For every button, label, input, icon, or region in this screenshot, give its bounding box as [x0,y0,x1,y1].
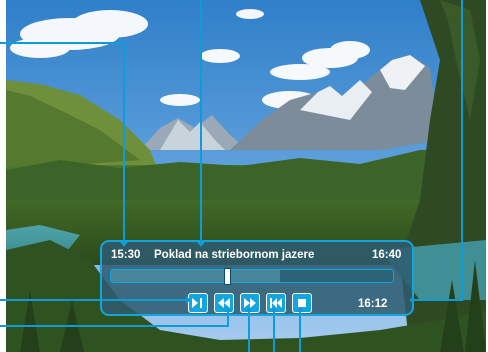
stop-icon [298,299,306,307]
fast-forward-icon [244,298,256,308]
tv-screen: 15:30 Poklad na striebornom jazere 16:40 [0,0,488,352]
fast-forward-button[interactable] [240,293,260,313]
progress-handle[interactable] [223,268,231,285]
start-time: 15:30 [111,249,141,261]
playback-control-panel: 15:30 Poklad na striebornom jazere 16:40 [100,240,414,316]
play-pause-button[interactable] [188,293,208,313]
play-pause-icon [192,298,202,308]
stop-button[interactable] [292,293,312,313]
current-time: 16:12 [358,298,388,310]
progress-bar-fill [111,270,281,282]
progress-bar[interactable] [110,268,394,285]
rewind-button[interactable] [214,293,234,313]
end-time: 16:40 [372,249,402,261]
skip-back-icon [270,298,282,308]
skip-back-button[interactable] [266,293,286,313]
rewind-icon [218,298,230,308]
program-title: Poklad na striebornom jazere [154,249,315,261]
